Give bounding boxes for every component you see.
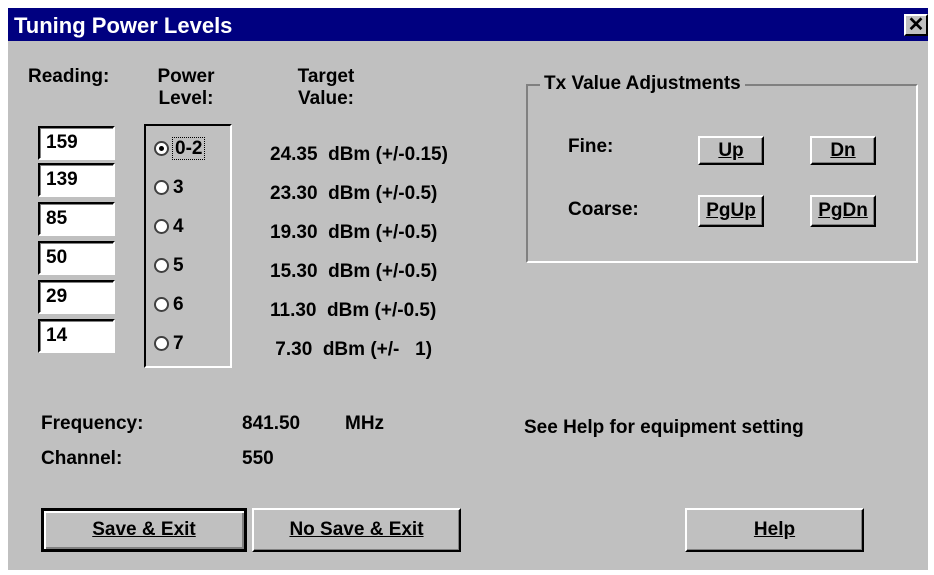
radio-icon [154, 336, 169, 351]
window-title: Tuning Power Levels [14, 13, 233, 38]
reading-field-3[interactable]: 139 [38, 163, 115, 197]
fine-label: Fine: [568, 136, 614, 157]
power-level-header: Power Level: [157, 66, 215, 109]
reading-field-7[interactable]: 14 [38, 319, 115, 353]
target-value-3: 23.30 dBm (+/-0.5) [270, 183, 438, 204]
help-note: See Help for equipment setting [524, 417, 804, 438]
fine-up-button[interactable]: Up [698, 136, 764, 165]
target-value-0-2: 24.35 dBm (+/-0.15) [270, 144, 448, 165]
tuning-power-levels-dialog: Tuning Power Levels ✕ Reading: Power Lev… [8, 8, 928, 570]
coarse-label: Coarse: [568, 199, 639, 220]
target-value-4: 19.30 dBm (+/-0.5) [270, 222, 438, 243]
channel-label: Channel: [41, 448, 123, 469]
reading-header: Reading: [28, 66, 110, 87]
frequency-label: Frequency: [41, 413, 144, 434]
power-level-radio-6[interactable]: 6 [154, 294, 184, 316]
title-bar: Tuning Power Levels ✕ [8, 8, 928, 41]
coarse-page-down-button[interactable]: PgDn [810, 195, 876, 227]
power-level-radio-5[interactable]: 5 [154, 255, 184, 277]
power-level-radio-0-2[interactable]: 0-2 [154, 137, 206, 160]
radio-icon [154, 258, 169, 273]
reading-field-6[interactable]: 29 [38, 280, 115, 314]
radio-icon [154, 180, 169, 195]
reading-field-5[interactable]: 50 [38, 241, 115, 275]
coarse-page-up-button[interactable]: PgUp [698, 195, 764, 227]
tx-value-adjustments-group: Tx Value Adjustments Fine: Coarse: Up Dn… [526, 73, 918, 263]
fine-down-button[interactable]: Dn [810, 136, 876, 165]
save-exit-button[interactable]: Save & Exit [41, 508, 247, 552]
tx-adjustments-title: Tx Value Adjustments [540, 73, 745, 95]
channel-value: 550 [242, 448, 274, 469]
target-value-6: 11.30 dBm (+/-0.5) [270, 300, 437, 321]
close-icon[interactable]: ✕ [904, 14, 928, 36]
target-value-7: 7.30 dBm (+/- 1) [270, 339, 433, 360]
power-level-radio-7[interactable]: 7 [154, 333, 184, 355]
target-value-header: Target Value: [297, 66, 355, 109]
power-level-radio-group: 0-2 3 4 5 6 7 [144, 124, 232, 368]
reading-field-4[interactable]: 85 [38, 202, 115, 236]
radio-selected-icon [154, 141, 169, 156]
target-value-5: 15.30 dBm (+/-0.5) [270, 261, 438, 282]
power-level-radio-4[interactable]: 4 [154, 216, 184, 238]
radio-icon [154, 297, 169, 312]
power-level-radio-3[interactable]: 3 [154, 177, 184, 199]
frequency-unit: MHz [345, 413, 385, 434]
no-save-exit-button[interactable]: No Save & Exit [252, 508, 461, 552]
radio-icon [154, 219, 169, 234]
frequency-value: 841.50 [242, 413, 301, 434]
help-button[interactable]: Help [685, 508, 864, 552]
reading-field-0-2[interactable]: 159 [38, 126, 115, 160]
